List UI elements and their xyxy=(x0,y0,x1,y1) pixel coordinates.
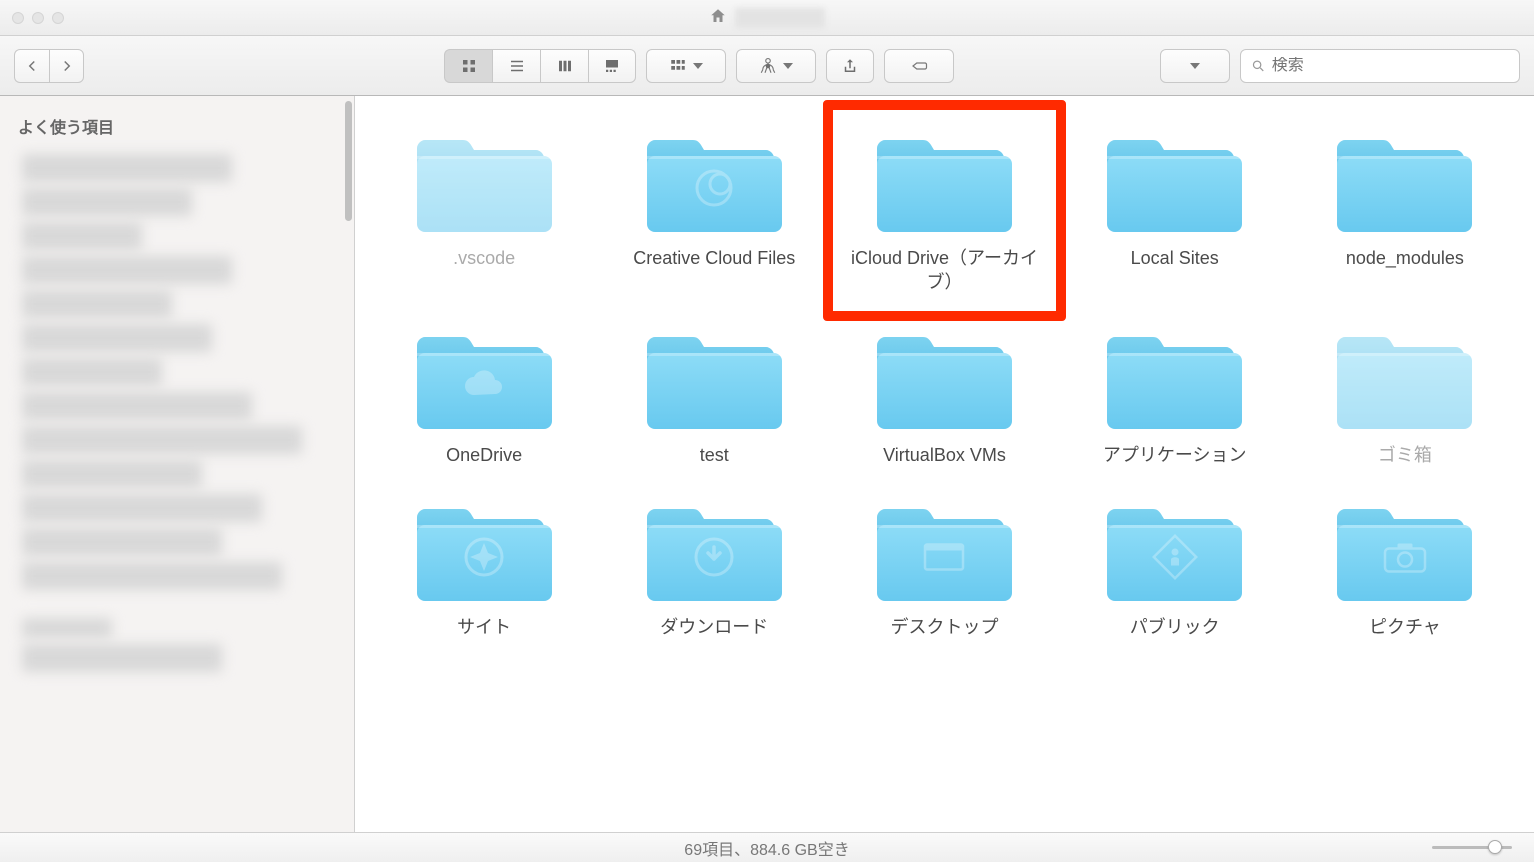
title-redacted xyxy=(735,8,825,28)
gallery-view-button[interactable] xyxy=(588,49,636,83)
folder-item[interactable]: Creative Cloud Files xyxy=(605,126,823,295)
folder-label: アプリケーション xyxy=(1103,443,1247,467)
view-mode-segment xyxy=(444,49,636,83)
folder-icon xyxy=(417,495,552,605)
search-input[interactable] xyxy=(1272,57,1509,75)
folder-icon xyxy=(417,126,552,236)
folder-item[interactable]: node_modules xyxy=(1296,126,1514,295)
folder-label: node_modules xyxy=(1346,246,1464,270)
folder-item[interactable]: ゴミ箱 xyxy=(1296,323,1514,467)
sidebar-item-redacted[interactable] xyxy=(22,324,212,352)
folder-item[interactable]: OneDrive xyxy=(375,323,593,467)
search-field[interactable] xyxy=(1240,49,1520,83)
home-icon xyxy=(709,7,727,29)
list-view-button[interactable] xyxy=(492,49,540,83)
sidebar-item-redacted[interactable] xyxy=(22,290,172,318)
share-button[interactable] xyxy=(826,49,874,83)
content-area: .vscode Creative Cloud Files iCloud Drive（… xyxy=(355,96,1534,832)
folder-item[interactable]: アプリケーション xyxy=(1066,323,1284,467)
folder-label: ピクチャ xyxy=(1369,615,1441,639)
folder-label: OneDrive xyxy=(446,443,522,467)
sidebar-item-redacted[interactable] xyxy=(22,256,232,284)
folder-label: パブリック xyxy=(1130,615,1220,639)
zoom-window-button[interactable] xyxy=(52,12,64,24)
folder-item[interactable]: VirtualBox VMs xyxy=(835,323,1053,467)
tags-button[interactable] xyxy=(884,49,954,83)
folder-item[interactable]: .vscode xyxy=(375,126,593,295)
sidebar-item-redacted[interactable] xyxy=(22,644,222,672)
folder-label: iCloud Drive（アーカイブ） xyxy=(844,246,1044,295)
search-icon xyxy=(1251,58,1266,74)
folder-item[interactable]: デスクトップ xyxy=(835,495,1053,639)
folder-item[interactable]: test xyxy=(605,323,823,467)
sidebar-favorites-header: よく使う項目 xyxy=(0,110,354,148)
sidebar-item-redacted[interactable] xyxy=(22,392,252,420)
status-text: 69項目、884.6 GB空き xyxy=(684,836,849,860)
column-view-button[interactable] xyxy=(540,49,588,83)
sidebar-item-redacted[interactable] xyxy=(22,528,222,556)
close-window-button[interactable] xyxy=(12,12,24,24)
folder-icon xyxy=(417,323,552,433)
folder-item[interactable]: Local Sites xyxy=(1066,126,1284,295)
folder-item[interactable]: パブリック xyxy=(1066,495,1284,639)
sidebar-item-redacted[interactable] xyxy=(22,562,282,590)
titlebar xyxy=(0,0,1534,36)
folder-icon xyxy=(877,495,1012,605)
folder-label: ゴミ箱 xyxy=(1378,443,1432,467)
forward-button[interactable] xyxy=(49,49,84,83)
group-by-button[interactable] xyxy=(646,49,726,83)
folder-label: .vscode xyxy=(453,246,515,270)
folder-label: ダウンロード xyxy=(660,615,768,639)
toolbar xyxy=(0,36,1534,96)
status-bar: 69項目、884.6 GB空き xyxy=(0,832,1534,862)
sidebar-item-redacted[interactable] xyxy=(22,188,192,216)
icon-view-button[interactable] xyxy=(444,49,492,83)
folder-icon xyxy=(647,495,782,605)
sidebar-item-redacted[interactable] xyxy=(22,154,232,182)
folder-item[interactable]: ピクチャ xyxy=(1296,495,1514,639)
minimize-window-button[interactable] xyxy=(32,12,44,24)
folder-icon xyxy=(1337,323,1472,433)
folder-item[interactable]: ダウンロード xyxy=(605,495,823,639)
folder-label: サイト xyxy=(457,615,511,639)
folder-label: VirtualBox VMs xyxy=(883,443,1006,467)
folder-label: test xyxy=(700,443,729,467)
back-button[interactable] xyxy=(14,49,49,83)
icon-size-slider[interactable] xyxy=(1432,846,1512,849)
sidebar-scrollbar[interactable] xyxy=(345,101,352,221)
sidebar-item-redacted[interactable] xyxy=(22,358,162,386)
folder-icon xyxy=(1107,126,1242,236)
folder-icon xyxy=(647,323,782,433)
folder-label: デスクトップ xyxy=(890,615,998,639)
folder-icon xyxy=(1107,323,1242,433)
sidebar-item-redacted[interactable] xyxy=(22,494,262,522)
sidebar-item-redacted[interactable] xyxy=(22,426,302,454)
action-menu-button[interactable] xyxy=(736,49,816,83)
folder-icon xyxy=(877,126,1012,236)
folder-label: Local Sites xyxy=(1131,246,1219,270)
folder-label: Creative Cloud Files xyxy=(633,246,795,270)
path-dropdown-button[interactable] xyxy=(1160,49,1230,83)
folder-icon xyxy=(877,323,1012,433)
sidebar-item-redacted[interactable] xyxy=(22,222,142,250)
window-title xyxy=(709,7,825,29)
sidebar-section-redacted xyxy=(22,618,112,638)
folder-item[interactable]: iCloud Drive（アーカイブ） xyxy=(835,126,1053,295)
folder-icon xyxy=(1107,495,1242,605)
sidebar-item-redacted[interactable] xyxy=(22,460,202,488)
sidebar: よく使う項目 xyxy=(0,96,355,832)
folder-icon xyxy=(1337,495,1472,605)
folder-icon xyxy=(647,126,782,236)
folder-icon xyxy=(1337,126,1472,236)
folder-item[interactable]: サイト xyxy=(375,495,593,639)
